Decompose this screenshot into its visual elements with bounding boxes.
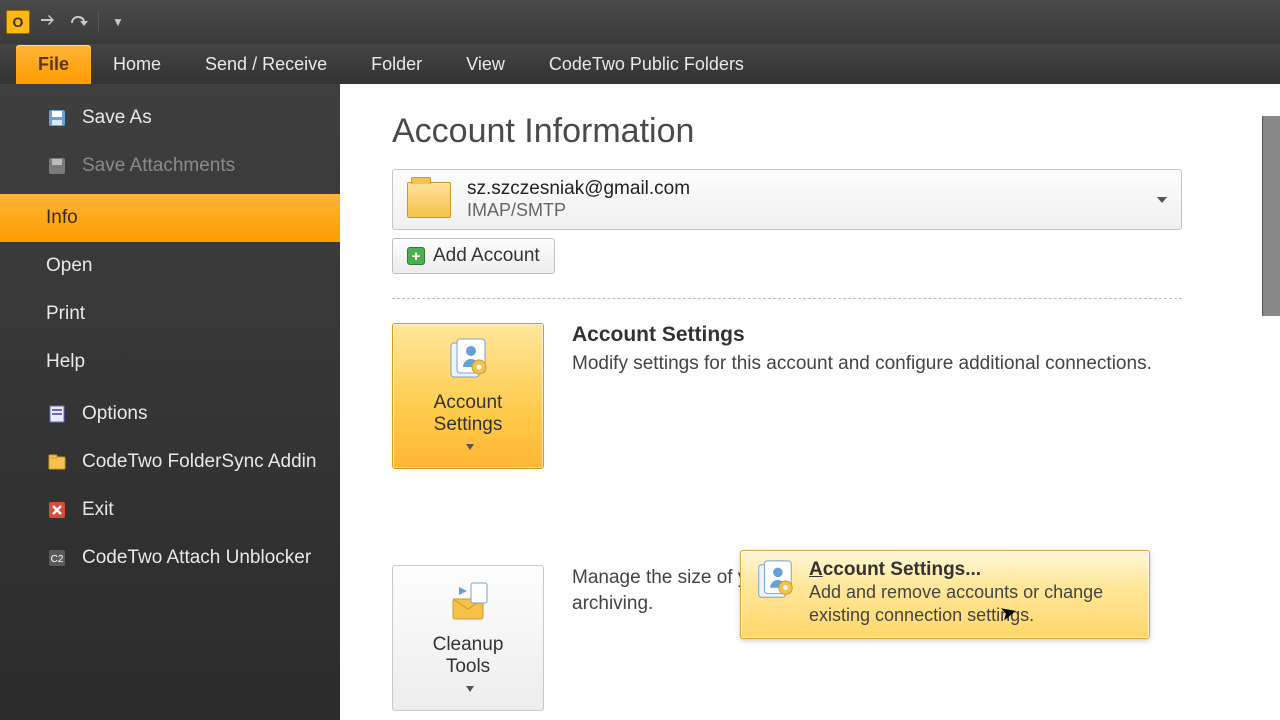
tab-view[interactable]: View [444,45,527,84]
qat-customize-icon[interactable]: ▼ [107,12,129,32]
account-settings-menu-item[interactable]: Account Settings... Add and remove accou… [740,550,1150,639]
account-settings-icon [444,336,492,384]
ribbon-tabs: File Home Send / Receive Folder View Cod… [0,44,1280,84]
backstage-exit-label: Exit [82,499,114,521]
add-account-label: Add Account [433,245,540,267]
backstage-options-label: Options [82,403,147,425]
backstage-open-label: Open [46,255,92,277]
exit-icon [46,499,68,521]
backstage-print-label: Print [46,303,85,325]
chevron-down-icon [1157,197,1167,203]
scroll-thumbnail-strip [1262,116,1280,316]
codetwo-unblocker-icon: C2 [46,547,68,569]
backstage-save-as[interactable]: Save As [0,94,340,142]
separator [392,298,1182,299]
chevron-down-icon [466,444,474,450]
backstage-print[interactable]: Print [0,290,340,338]
options-icon [46,403,68,425]
account-settings-menu-desc: Add and remove accounts or change existi… [809,581,1137,628]
account-settings-description: Modify settings for this account and con… [572,351,1182,377]
main-pane: Account Information sz.szczesniak@gmail.… [340,84,1280,720]
account-settings-tile[interactable]: Account Settings [392,323,544,469]
account-settings-heading: Account Settings [572,323,1182,347]
outlook-app-icon: O [6,10,30,34]
cleanup-tile-label: Cleanup Tools [399,634,537,678]
title-bar: O ▼ [0,0,1280,44]
mailbox-icon [407,182,451,218]
tab-send-receive[interactable]: Send / Receive [183,45,349,84]
chevron-down-icon [466,686,474,692]
backstage-help-label: Help [46,351,85,373]
svg-text:C2: C2 [51,554,64,565]
page-title: Account Information [392,112,1240,151]
cleanup-icon [444,578,492,626]
plus-icon: + [407,247,425,265]
account-settings-tile-label: Account Settings [399,392,537,436]
save-attachments-icon [46,155,68,177]
qat-sendreceive-icon[interactable] [38,12,60,32]
backstage-info[interactable]: Info [0,194,340,242]
backstage-codetwo-unblocker[interactable]: C2 CodeTwo Attach Unblocker [0,534,340,582]
account-settings-menu-title: Account Settings... [809,559,1137,581]
backstage-open[interactable]: Open [0,242,340,290]
backstage-save-attachments-label: Save Attachments [82,155,235,177]
backstage-exit[interactable]: Exit [0,486,340,534]
backstage-save-attachments: Save Attachments [0,142,340,190]
qat-undo-icon[interactable] [68,12,90,32]
tab-home[interactable]: Home [91,45,183,84]
backstage-info-label: Info [46,207,78,229]
backstage-codetwo-unblocker-label: CodeTwo Attach Unblocker [82,547,311,569]
account-protocol: IMAP/SMTP [467,200,690,221]
backstage-codetwo-foldersync-label: CodeTwo FolderSync Addin [82,451,316,473]
account-email: sz.szczesniak@gmail.com [467,178,690,200]
tab-codetwo-public-folders[interactable]: CodeTwo Public Folders [527,45,766,84]
account-settings-menu-icon [753,559,797,603]
backstage-codetwo-foldersync[interactable]: CodeTwo FolderSync Addin [0,438,340,486]
backstage-nav: Save As Save Attachments Info Open Print… [0,84,340,720]
tab-folder[interactable]: Folder [349,45,444,84]
account-selector[interactable]: sz.szczesniak@gmail.com IMAP/SMTP [392,169,1182,230]
backstage-options[interactable]: Options [0,390,340,438]
save-as-icon [46,107,68,129]
backstage-help[interactable]: Help [0,338,340,386]
add-account-button[interactable]: + Add Account [392,238,555,274]
tab-file[interactable]: File [16,45,91,84]
qat-separator [98,11,99,33]
backstage-save-as-label: Save As [82,107,152,129]
codetwo-foldersync-icon [46,451,68,473]
cleanup-tools-tile[interactable]: Cleanup Tools [392,565,544,711]
